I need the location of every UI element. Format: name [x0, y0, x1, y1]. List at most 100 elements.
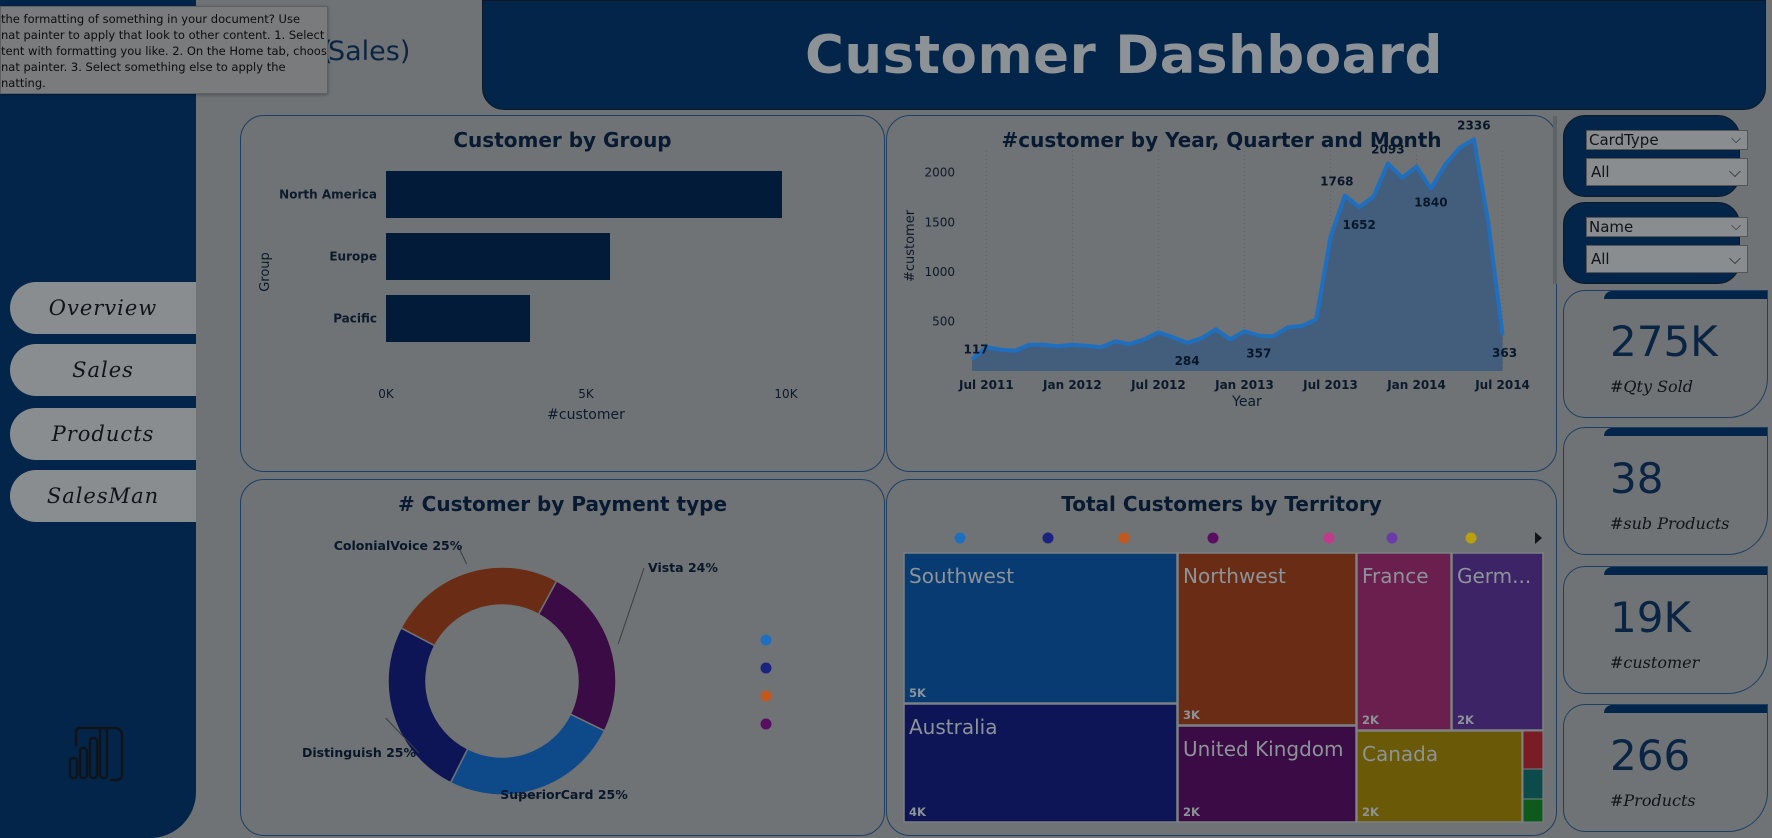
x-tick-label: 0K — [378, 387, 395, 401]
cardtype-slicer-header[interactable]: CardType ⌵ — [1586, 130, 1748, 150]
slice-label: ColonialVoice 25% — [334, 538, 463, 553]
x-tick-label: Jul 2012 — [1130, 378, 1186, 392]
y-tick-label: 500 — [932, 314, 955, 328]
x-axis-label: #customer — [547, 407, 625, 423]
treemap-tile-label: United Kingdom — [1183, 737, 1344, 761]
legend-next-icon — [1535, 532, 1542, 544]
x-tick-label: Jan 2014 — [1386, 378, 1446, 392]
customer-timeline-chart[interactable]: 500 1000 1500 2000 117 284 357 1768 1652 2093 1840… — [887, 116, 1558, 473]
kpi-value: 19K — [1610, 593, 1691, 642]
slice-label: SuperiorCard 25% — [500, 787, 628, 802]
treemap-tile-value: 2K — [1183, 805, 1201, 819]
chevron-down-icon: ⌵ — [1728, 162, 1741, 181]
legend-dot — [1465, 532, 1477, 544]
kpi-value: 266 — [1610, 731, 1691, 780]
kpi-label: #Products — [1610, 791, 1696, 810]
powerbi-logo-icon — [68, 726, 124, 782]
treemap-tile-label: Southwest — [909, 564, 1014, 588]
payment-type-chart[interactable]: Vista 24% SuperiorCard 25% Distinguish 25%… — [241, 480, 886, 837]
category-label: North America — [279, 188, 377, 202]
data-label: 357 — [1246, 347, 1271, 361]
treemap-tile-label: Germ... — [1457, 564, 1531, 588]
cardtype-dropdown[interactable]: All ⌵ — [1586, 158, 1748, 186]
y-axis-label: #customer — [903, 209, 918, 282]
nav-sales-button[interactable]: Sales — [10, 344, 196, 396]
customer-timeline-panel[interactable]: #customer by Year, Quarter and Month 500… — [886, 115, 1557, 472]
treemap-tile-value: 5K — [909, 686, 927, 700]
legend-dot — [1323, 532, 1335, 544]
chevron-down-icon: ⌵ — [1731, 219, 1741, 234]
dashboard-header: Customer Dashboard — [482, 0, 1766, 110]
chevron-down-icon: ⌵ — [1731, 132, 1741, 147]
customer-by-group-chart[interactable]: North America Europe Pacific 0K 5K 10K #custom… — [241, 116, 886, 473]
legend-dot — [1207, 532, 1219, 544]
bar — [386, 295, 530, 342]
treemap-tile — [1522, 768, 1544, 800]
data-label: 363 — [1492, 346, 1517, 360]
data-label: 117 — [963, 342, 988, 356]
data-label: 2093 — [1371, 142, 1404, 156]
data-label: 1840 — [1414, 196, 1447, 210]
legend-dot — [760, 690, 772, 702]
kpi-label: #Qty Sold — [1610, 377, 1694, 396]
x-axis-label: Year — [1231, 394, 1262, 410]
format-painter-tooltip: the formatting of something in your docu… — [0, 6, 328, 94]
treemap-tile-value: 4K — [909, 805, 927, 819]
name-slicer[interactable]: Name ⌵ All ⌵ — [1563, 202, 1748, 284]
x-tick-label: Jan 2012 — [1042, 378, 1102, 392]
kpi-card-sub-products: 38 #sub Products — [1563, 427, 1768, 555]
legend-dot — [760, 662, 772, 674]
x-tick-label: 5K — [578, 387, 595, 401]
slice-label: Vista 24% — [648, 560, 718, 575]
territory-panel[interactable]: Total Customers by Territory Southwest 5K… — [886, 479, 1557, 836]
x-tick-label: Jul 2014 — [1474, 378, 1530, 392]
payment-type-panel[interactable]: # Customer by Payment type Vista 24% Supe… — [240, 479, 885, 836]
legend-dot — [760, 718, 772, 730]
y-tick-label: 1500 — [924, 215, 955, 229]
treemap-tile-label: Northwest — [1183, 564, 1286, 588]
kpi-value: 38 — [1610, 454, 1664, 503]
x-tick-label: Jul 2013 — [1302, 378, 1358, 392]
legend-dot — [1386, 532, 1398, 544]
y-tick-label: 1000 — [924, 265, 955, 279]
bar — [386, 171, 782, 218]
legend-dot — [760, 634, 772, 646]
legend-dot — [954, 532, 966, 544]
kpi-label: #sub Products — [1610, 514, 1730, 533]
nav-overview-button[interactable]: Overview — [10, 282, 196, 334]
nav-salesman-button[interactable]: SalesMan — [10, 470, 196, 522]
kpi-card-products: 266 #Products — [1563, 704, 1768, 832]
legend-dot — [1042, 532, 1054, 544]
x-tick-label: Jul 2011 — [958, 378, 1014, 392]
x-tick-label: 10K — [774, 387, 798, 401]
x-tick-label: Jan 2013 — [1214, 378, 1274, 392]
treemap-tile-label: Canada — [1362, 742, 1438, 766]
nav-products-button[interactable]: Products — [10, 408, 196, 460]
kpi-card-qty-sold: 275K #Qty Sold — [1563, 290, 1768, 418]
treemap-tile-label: France — [1362, 564, 1429, 588]
kpi-value: 275K — [1610, 317, 1718, 366]
name-slicer-header[interactable]: Name ⌵ — [1586, 217, 1748, 237]
cardtype-slicer[interactable]: CardType ⌵ All ⌵ — [1563, 115, 1748, 197]
territory-treemap[interactable]: Southwest 5K Australia 4K Northwest 3K United … — [887, 480, 1558, 837]
kpi-card-customer: 19K #customer — [1563, 566, 1768, 694]
treemap-tile — [1522, 798, 1544, 823]
name-dropdown[interactable]: All ⌵ — [1586, 245, 1748, 273]
bar — [386, 233, 610, 280]
treemap-tile-label: Australia — [909, 715, 997, 739]
page-subtitle: (Sales) — [322, 36, 411, 67]
category-label: Pacific — [333, 312, 377, 326]
page-title: Customer Dashboard — [805, 24, 1443, 86]
data-label: 2336 — [1457, 118, 1490, 132]
leader-line — [617, 567, 645, 645]
y-tick-label: 2000 — [924, 166, 955, 180]
treemap-tile-value: 3K — [1183, 708, 1201, 722]
legend-dot — [1118, 532, 1130, 544]
treemap-tile-value: 2K — [1362, 805, 1380, 819]
treemap-tile-value: 2K — [1457, 713, 1475, 727]
customer-by-group-panel[interactable]: Customer by Group North America Europe Pac… — [240, 115, 885, 472]
slice-label: Distinguish 25% — [302, 745, 416, 760]
data-label: 1652 — [1342, 218, 1375, 232]
data-label: 284 — [1175, 354, 1200, 368]
chevron-down-icon: ⌵ — [1728, 249, 1741, 268]
